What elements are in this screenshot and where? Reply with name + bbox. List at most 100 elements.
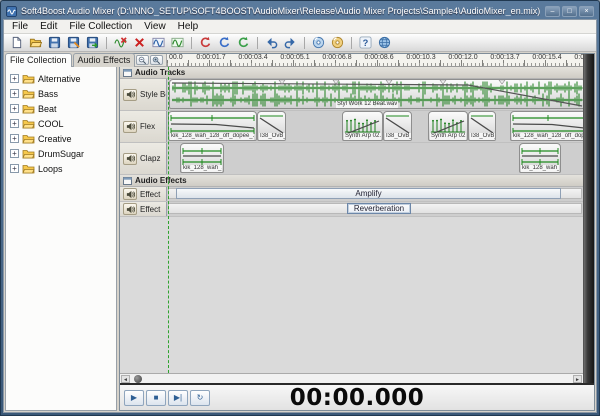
expand-icon[interactable]: + — [10, 119, 19, 128]
scroll-left-arrow[interactable]: ◄ — [121, 375, 130, 383]
track-row-clapz: Clapzkik_128_wah_128_wkik_128_wah_128_w — [120, 143, 583, 175]
app-body: FileEditFile CollectionViewHelp ? File C… — [3, 19, 597, 413]
close-button[interactable]: × — [579, 6, 594, 17]
audio-clip[interactable]: kik_128_wah_128_w — [519, 143, 561, 173]
effect-speaker-button[interactable] — [123, 203, 137, 215]
audio-clip[interactable]: kik_128_wah_128_off_dopee_140_w — [168, 111, 257, 141]
undo-button[interactable] — [262, 35, 281, 51]
tree-item-beat[interactable]: +Beat — [6, 101, 116, 116]
vertical-scrollbar[interactable] — [583, 54, 594, 383]
tab-file-collection[interactable]: File Collection — [5, 53, 72, 67]
expand-icon[interactable]: + — [10, 134, 19, 143]
tree-item-drumsugar[interactable]: +DrumSugar — [6, 146, 116, 161]
tree-item-cool[interactable]: +COOL — [6, 116, 116, 131]
undo-icon — [265, 36, 278, 49]
minimize-button[interactable]: – — [545, 6, 560, 17]
effect-lane[interactable]: Reverberation — [167, 202, 583, 216]
audio-clip[interactable]: I38_OvB_15 — [468, 111, 496, 141]
new-project-button[interactable] — [7, 35, 26, 51]
time-ruler[interactable]: 00.00:00:01.70:00:03.40:00:05.10:00:06.8… — [167, 54, 583, 67]
play-button[interactable]: ▶ — [124, 390, 144, 406]
maximize-button[interactable]: □ — [562, 6, 577, 17]
export-mix-button[interactable] — [83, 35, 102, 51]
toolbar-separator — [351, 37, 352, 49]
speaker-button[interactable] — [123, 121, 137, 133]
menu-edit[interactable]: Edit — [34, 21, 63, 32]
horizontal-scrollbar[interactable]: ◄ ► — [120, 373, 583, 383]
expand-icon[interactable]: + — [10, 89, 19, 98]
audio-clip[interactable]: Synth Arp 02.wav — [342, 111, 383, 141]
zoom-full-button[interactable] — [150, 55, 163, 65]
ruler-label: 0:00:13.7 — [490, 54, 519, 61]
folder-icon — [22, 118, 35, 129]
folder-icon — [22, 148, 35, 159]
tree-item-label: Loops — [38, 164, 63, 174]
tree-item-label: Bass — [38, 89, 58, 99]
app-window: Soft4Boost Audio Mixer (D:\INNO_SETUP\SO… — [0, 0, 600, 416]
expand-icon[interactable]: + — [10, 74, 19, 83]
menu-file[interactable]: File — [6, 21, 34, 32]
speaker-button[interactable] — [123, 153, 137, 165]
audio-clip[interactable]: I38_OvB_15 — [257, 111, 286, 141]
speaker-button[interactable] — [123, 89, 137, 101]
disc-gold-icon — [331, 36, 344, 49]
save-project-as-button[interactable] — [64, 35, 83, 51]
tree-item-label: Alternative — [38, 74, 81, 84]
save-project-button[interactable] — [45, 35, 64, 51]
open-project-button[interactable] — [26, 35, 45, 51]
about-button[interactable] — [375, 35, 394, 51]
update-collection-button[interactable] — [234, 35, 253, 51]
track-lane[interactable]: kik_128_wah_128_off_dopee_140_wI38_OvB_1… — [167, 111, 583, 142]
audio-clip[interactable]: Synth Arp 02.wav — [428, 111, 468, 141]
scroll-right-arrow[interactable]: ► — [573, 375, 582, 383]
effect-speaker-button[interactable] — [123, 188, 137, 200]
menu-file-collection[interactable]: File Collection — [63, 21, 138, 32]
mix-disc-button[interactable] — [309, 35, 328, 51]
tree-item-loops[interactable]: + Loops — [6, 161, 116, 176]
audio-clip[interactable]: kik_128_wah_128_off_dopee_140_w — [510, 111, 583, 141]
menu-help[interactable]: Help — [172, 21, 205, 32]
remove-wave-button[interactable] — [111, 35, 130, 51]
edit-wave-button[interactable] — [149, 35, 168, 51]
preview-disc-button[interactable] — [328, 35, 347, 51]
disc-blue-icon — [312, 36, 325, 49]
tab-audio-effects[interactable]: Audio Effects — [73, 53, 136, 67]
ruler-label: 0:00:08.6 — [364, 54, 393, 61]
loop-button[interactable]: ↻ — [190, 390, 210, 406]
stop-button[interactable]: ■ — [146, 390, 166, 406]
redo-button[interactable] — [281, 35, 300, 51]
ruler-label: 0:00:10.3 — [406, 54, 435, 61]
track-name: Style Beat — [140, 90, 167, 99]
view-wave-button[interactable] — [168, 35, 187, 51]
audio-clip[interactable]: Styl Work 12 Beat.wav — [169, 79, 583, 109]
tree-item-alternative[interactable]: + Alternative — [6, 71, 116, 86]
toolbar-separator — [191, 37, 192, 49]
tree-item-bass[interactable]: + Bass — [6, 86, 116, 101]
ruler-label: 0:00:17.2 — [574, 54, 583, 61]
zoom-out-button[interactable] — [136, 55, 149, 65]
skip-end-button[interactable]: ▶| — [168, 390, 188, 406]
track-lane[interactable]: Styl Work 12 Beat.wav — [167, 79, 583, 110]
refresh-green-icon — [237, 36, 250, 49]
menu-view[interactable]: View — [138, 21, 172, 32]
effect-row-amplify: EffectAmplify — [120, 187, 583, 202]
effect-bar-amplify[interactable]: Amplify — [176, 188, 561, 199]
expand-icon[interactable]: + — [10, 104, 19, 113]
track-lane[interactable]: kik_128_wah_128_w kik_128_wah_128_w — [167, 143, 583, 174]
tree-item-creative[interactable]: +Creative — [6, 131, 116, 146]
effect-bar-reverberation[interactable]: Reverberation — [347, 203, 411, 214]
save-icon — [48, 36, 61, 49]
effect-lane[interactable]: Amplify — [167, 187, 583, 201]
clip-label: I38_OvB_15 — [385, 133, 411, 140]
scroll-thumb[interactable] — [134, 375, 142, 383]
refresh-collection-button[interactable] — [196, 35, 215, 51]
delete-button[interactable] — [130, 35, 149, 51]
help-button[interactable]: ? — [356, 35, 375, 51]
audio-clip[interactable]: I38_OvB_15 — [383, 111, 412, 141]
audio-clip[interactable]: kik_128_wah_128_w — [180, 143, 224, 173]
title-bar[interactable]: Soft4Boost Audio Mixer (D:\INNO_SETUP\SO… — [3, 3, 597, 19]
zoom-out-icon — [138, 56, 147, 65]
rescan-collection-button[interactable] — [215, 35, 234, 51]
expand-icon[interactable]: + — [10, 164, 19, 173]
expand-icon[interactable]: + — [10, 149, 19, 158]
